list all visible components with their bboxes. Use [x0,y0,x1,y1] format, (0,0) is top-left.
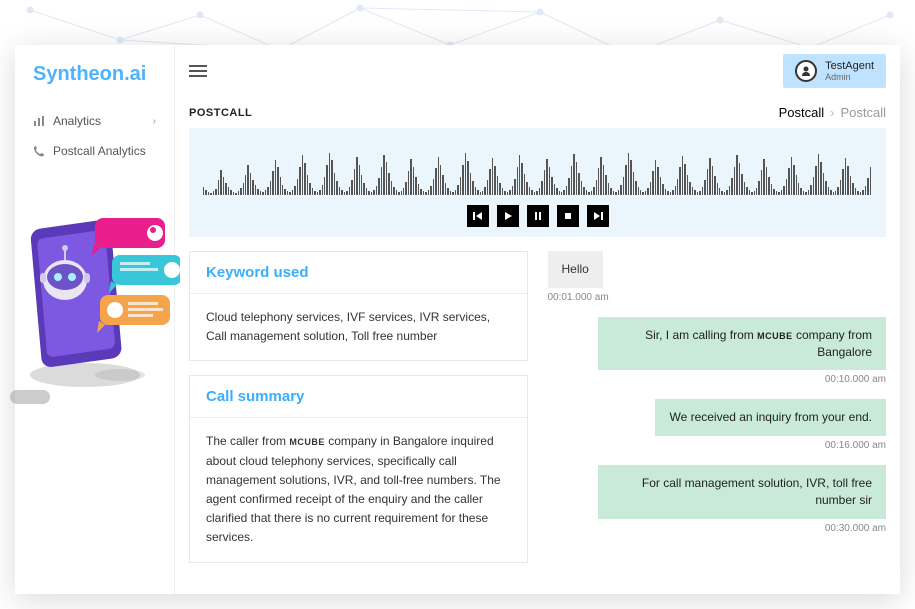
chat-bubble: Sir, I am calling from MCUBE company fro… [598,317,886,371]
chat-timestamp: 00:30.000 am [548,523,887,534]
chevron-right-icon: › [830,105,834,120]
chat-bubble: We received an inquiry from your end. [655,399,886,436]
avatar [795,60,817,82]
bars-icon [33,115,45,127]
nav-list: Analytics › Postcall Analytics [15,106,174,166]
waveform[interactable] [203,140,872,195]
user-menu[interactable]: TestAgent Admin [783,54,886,88]
robot-illustration [0,200,180,400]
breadcrumb-child: Postcall [840,105,886,120]
summary-body: The caller from MCUBE company in Bangalo… [190,418,527,561]
chat-timestamp: 00:01.000 am [548,292,887,303]
nav-label: Postcall Analytics [53,144,146,158]
stop-button[interactable] [557,205,579,227]
chevron-right-icon: › [153,116,156,127]
player-controls [203,205,872,227]
left-column: Keyword used Cloud telephony services, I… [189,251,528,580]
chat-message: Hello 00:01.000 am [548,251,887,303]
nav-item-postcall-analytics[interactable]: Postcall Analytics [15,136,174,166]
chat-bubble: For call management solution, IVR, toll … [598,465,886,519]
card-title: Call summary [190,376,527,418]
menu-toggle-icon[interactable] [189,65,207,77]
card-title: Keyword used [190,252,527,294]
prev-button[interactable] [467,205,489,227]
chat-message: We received an inquiry from your end. 00:… [548,399,887,451]
user-name: TestAgent [825,60,874,72]
nav-label: Analytics [53,114,101,128]
play-button[interactable] [497,205,519,227]
breadcrumb-current[interactable]: Postcall [779,105,825,120]
brand-logo: Syntheon.ai [15,63,174,106]
topbar: TestAgent Admin [175,45,900,97]
pause-button[interactable] [527,205,549,227]
chat-timestamp: 00:10.000 am [548,374,887,385]
page-title: POSTCALL [189,107,252,119]
chat-bubble: Hello [548,251,603,288]
page-header: POSTCALL Postcall › Postcall [175,97,900,128]
audio-panel [189,128,886,237]
main-content: TestAgent Admin POSTCALL Postcall › Post… [175,45,900,594]
keyword-body: Cloud telephony services, IVF services, … [190,294,527,360]
chat-column: Hello 00:01.000 am Sir, I am calling from … [542,251,887,580]
user-role: Admin [825,72,874,82]
content-columns: Keyword used Cloud telephony services, I… [175,237,900,594]
phone-icon [33,145,45,157]
next-button[interactable] [587,205,609,227]
nav-item-analytics[interactable]: Analytics › [15,106,174,136]
summary-card: Call summary The caller from MCUBE compa… [189,375,528,562]
chat-timestamp: 00:16.000 am [548,440,887,451]
chat-message: For call management solution, IVR, toll … [548,465,887,534]
breadcrumb: Postcall › Postcall [779,105,886,120]
chat-message: Sir, I am calling from MCUBE company fro… [548,317,887,386]
keyword-card: Keyword used Cloud telephony services, I… [189,251,528,361]
